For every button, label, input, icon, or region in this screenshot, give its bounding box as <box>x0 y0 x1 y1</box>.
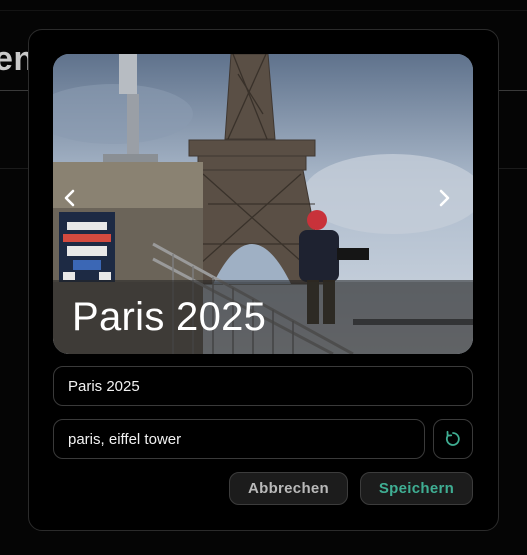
regenerate-tags-button[interactable] <box>433 419 473 459</box>
background-top-divider <box>0 10 527 11</box>
previous-image-button[interactable] <box>63 188 89 220</box>
album-title-input[interactable] <box>53 366 473 406</box>
refresh-icon <box>445 430 460 446</box>
carousel-caption: Paris 2025 <box>72 295 267 339</box>
next-image-button[interactable] <box>437 188 463 220</box>
edit-album-dialog: Paris 2025 Abbrechen Speichern <box>28 29 499 531</box>
cancel-button[interactable]: Abbrechen <box>229 472 348 505</box>
chevron-left-icon <box>64 189 75 207</box>
chevron-right-icon <box>439 189 450 207</box>
save-button[interactable]: Speichern <box>360 472 473 505</box>
image-carousel: Paris 2025 <box>53 54 473 354</box>
album-tags-input[interactable] <box>53 419 425 459</box>
